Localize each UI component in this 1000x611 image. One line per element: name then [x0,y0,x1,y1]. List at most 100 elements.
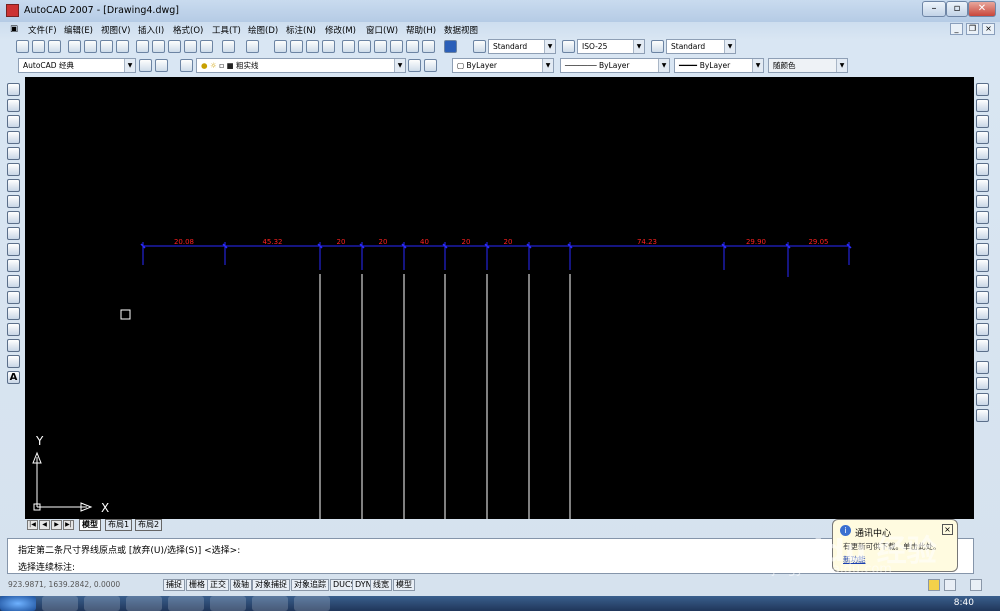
maximize-button[interactable]: ▫ [946,1,968,17]
paste-icon[interactable] [168,40,181,53]
menu-data-view[interactable]: 数据视图 [444,24,478,36]
close-icon[interactable]: × [942,524,953,535]
point-icon[interactable] [7,291,20,304]
workspace-save-icon[interactable] [155,59,168,72]
table-style-select[interactable]: Standard ▼ [666,39,736,54]
menu-tools[interactable]: 工具(T) [212,24,241,36]
dim-style-icon[interactable] [562,40,575,53]
workspace-select[interactable]: AutoCAD 经典 ▼ [18,58,136,73]
text-style-select[interactable]: Standard ▼ [488,39,556,54]
spline-icon[interactable] [7,211,20,224]
workspace-settings-icon[interactable] [139,59,152,72]
copy-object-icon[interactable] [976,99,989,112]
redo-icon[interactable] [246,40,259,53]
publish-icon[interactable] [100,40,113,53]
table-style-icon[interactable] [651,40,664,53]
revision-cloud-icon[interactable] [7,195,20,208]
stretch-icon[interactable] [976,211,989,224]
clean-screen-icon[interactable] [970,579,982,591]
help-icon[interactable] [444,40,457,53]
hatch-icon[interactable] [7,307,20,320]
properties-icon[interactable] [342,40,355,53]
explode-icon[interactable] [976,339,989,352]
taskbar-folder-icon[interactable] [168,596,204,611]
zoom-previous-icon[interactable] [322,40,335,53]
dim-style-select[interactable]: ISO-25 ▼ [577,39,645,54]
communication-center-icon[interactable] [928,579,940,591]
array-icon[interactable] [976,147,989,160]
make-current-layer-icon[interactable] [408,59,421,72]
doc-minimize-button[interactable]: _ [950,23,963,35]
model-button[interactable]: 模型 [393,579,415,591]
print-icon[interactable] [68,40,81,53]
design-center-icon[interactable] [358,40,371,53]
move-icon[interactable] [976,163,989,176]
taskbar-browser-icon[interactable] [84,596,120,611]
layer-previous-icon[interactable] [424,59,437,72]
region-icon[interactable] [7,339,20,352]
rotate-icon[interactable] [976,179,989,192]
menu-file[interactable]: 文件(F) [28,24,57,36]
polyline-icon[interactable] [7,115,20,128]
sheet-set-icon[interactable] [390,40,403,53]
pan-icon[interactable] [274,40,287,53]
copy-icon[interactable] [152,40,165,53]
erase-icon[interactable] [976,83,989,96]
doc-restore-button[interactable]: ❐ [966,23,979,35]
break-icon[interactable] [976,275,989,288]
ortho-button[interactable]: 正交 [207,579,229,591]
menu-doc-icon[interactable]: ▣ [10,24,18,34]
offset-icon[interactable] [976,131,989,144]
save-icon[interactable] [48,40,61,53]
layer-manager-icon[interactable] [180,59,193,72]
grid-button[interactable]: 栅格 [186,579,208,591]
menu-modify[interactable]: 修改(M) [325,24,356,36]
markup-icon[interactable] [406,40,419,53]
taskbar-explorer-icon[interactable] [126,596,162,611]
undo-icon[interactable] [222,40,235,53]
menu-dimension[interactable]: 标注(N) [286,24,316,36]
gradient-icon[interactable] [7,323,20,336]
close-button[interactable]: ✕ [968,1,996,17]
osnap-button[interactable]: 对象捕捉 [252,579,290,591]
insert-block-icon[interactable] [7,259,20,272]
command-prompt[interactable]: 选择连续标注: [18,560,75,573]
block-editor-icon[interactable] [200,40,213,53]
calculator-icon[interactable] [422,40,435,53]
ellipse-icon[interactable] [7,227,20,240]
first-tab-icon[interactable]: |◀ [27,520,38,530]
zoom-window-icon[interactable] [306,40,319,53]
trim-icon[interactable] [976,227,989,240]
ellipse-arc-icon[interactable] [7,243,20,256]
menu-edit[interactable]: 编辑(E) [64,24,93,36]
menu-window[interactable]: 窗口(W) [366,24,398,36]
menu-format[interactable]: 格式(O) [173,24,203,36]
join-icon[interactable] [976,291,989,304]
layer-select[interactable]: ● ☼ ▫ ■ 粗实线 ▼ [196,58,406,73]
snap-button[interactable]: 捕捉 [163,579,185,591]
break-at-point-icon[interactable] [976,259,989,272]
tab-layout1[interactable]: 布局1 [105,519,133,531]
tab-model[interactable]: 模型 [79,519,101,531]
3d-dwf-icon[interactable] [116,40,129,53]
new-icon[interactable] [16,40,29,53]
bring-to-front-icon[interactable] [976,377,989,390]
menu-insert[interactable]: 插入(I) [138,24,164,36]
taskbar-app-icon[interactable] [294,596,330,611]
construction-line-icon[interactable] [7,99,20,112]
next-tab-icon[interactable]: ▶ [51,520,62,530]
match-properties-icon[interactable] [184,40,197,53]
arc-icon[interactable] [7,163,20,176]
menu-draw[interactable]: 绘图(D) [248,24,278,36]
lock-toolbar-icon[interactable] [944,579,956,591]
mirror-icon[interactable] [976,115,989,128]
rectangle-icon[interactable] [7,147,20,160]
taskbar-paint-icon[interactable] [252,596,288,611]
draw-order-icon[interactable] [976,361,989,374]
circle-icon[interactable] [7,179,20,192]
tool-palettes-icon[interactable] [374,40,387,53]
zoom-realtime-icon[interactable] [290,40,303,53]
polar-button[interactable]: 极轴 [230,579,252,591]
last-tab-icon[interactable]: ▶| [63,520,74,530]
taskbar-autocad-icon[interactable] [210,596,246,611]
